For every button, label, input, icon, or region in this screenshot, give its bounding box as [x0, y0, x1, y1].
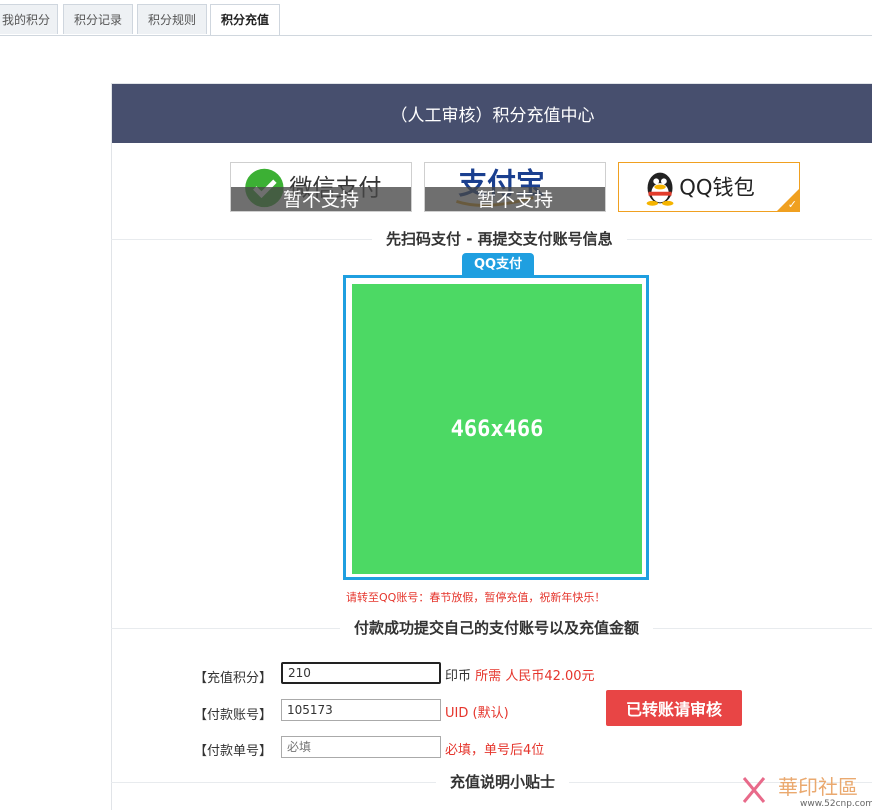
- tab-my-points[interactable]: 我的积分: [0, 4, 58, 34]
- site-watermark-logo: 華印社區 www.52cnp.com: [742, 775, 872, 809]
- submit-review-button[interactable]: 已转账请审核: [606, 690, 742, 726]
- account-input[interactable]: [281, 699, 441, 721]
- submit-info-title: 付款成功提交自己的支付账号以及充值金额: [340, 617, 654, 638]
- tips-title: 充值说明小贴士: [436, 771, 570, 792]
- tab-points-records[interactable]: 积分记录: [63, 4, 133, 34]
- svg-text:QQ钱包: QQ钱包: [679, 175, 754, 200]
- order-hint: 必填，单号后4位: [445, 743, 545, 758]
- tab-points-recharge[interactable]: 积分充值: [210, 4, 280, 35]
- order-label: 【付款单号】: [194, 744, 273, 759]
- points-unit: 印币: [445, 669, 472, 684]
- points-input[interactable]: [281, 662, 441, 684]
- qr-code-image: 466x466: [352, 284, 642, 574]
- wechat-unsupported-label: 暂不支持: [231, 187, 411, 211]
- svg-text:www.52cnp.com: www.52cnp.com: [800, 799, 872, 809]
- check-icon: ✓: [787, 198, 797, 211]
- account-hint: UID (默认): [445, 706, 509, 721]
- tab-points-rules[interactable]: 积分规则: [137, 4, 207, 34]
- panel-title: （人工审核）积分充值中心: [112, 84, 872, 143]
- points-label: 【充值积分】: [194, 671, 273, 686]
- holiday-notice: 请转至QQ账号：春节放假，暂停充值，祝新年快乐！: [346, 591, 606, 604]
- order-number-input[interactable]: [281, 736, 441, 758]
- qq-wallet-option[interactable]: QQ钱包 ✓: [618, 162, 800, 212]
- wechat-pay-option[interactable]: 微信支付 暂不支持: [230, 162, 412, 212]
- tab-bar: 我的积分 积分记录 积分规则 积分充值: [0, 0, 872, 36]
- scan-pay-title: 先扫码支付 - 再提交支付账号信息: [372, 228, 627, 249]
- points-need-value: 人民币42.00元: [505, 669, 595, 684]
- svg-text:華印社區: 華印社區: [778, 775, 858, 799]
- alipay-option[interactable]: 支付宝 暂不支持: [424, 162, 606, 212]
- account-label: 【付款账号】: [194, 708, 273, 723]
- points-need-label: 所需: [475, 669, 502, 684]
- qq-penguin-icon: QQ钱包: [646, 172, 755, 206]
- alipay-unsupported-label: 暂不支持: [425, 187, 605, 211]
- qq-pay-badge: QQ支付: [462, 253, 534, 277]
- points-unit-note: 印币 所需 人民币42.00元: [445, 665, 595, 684]
